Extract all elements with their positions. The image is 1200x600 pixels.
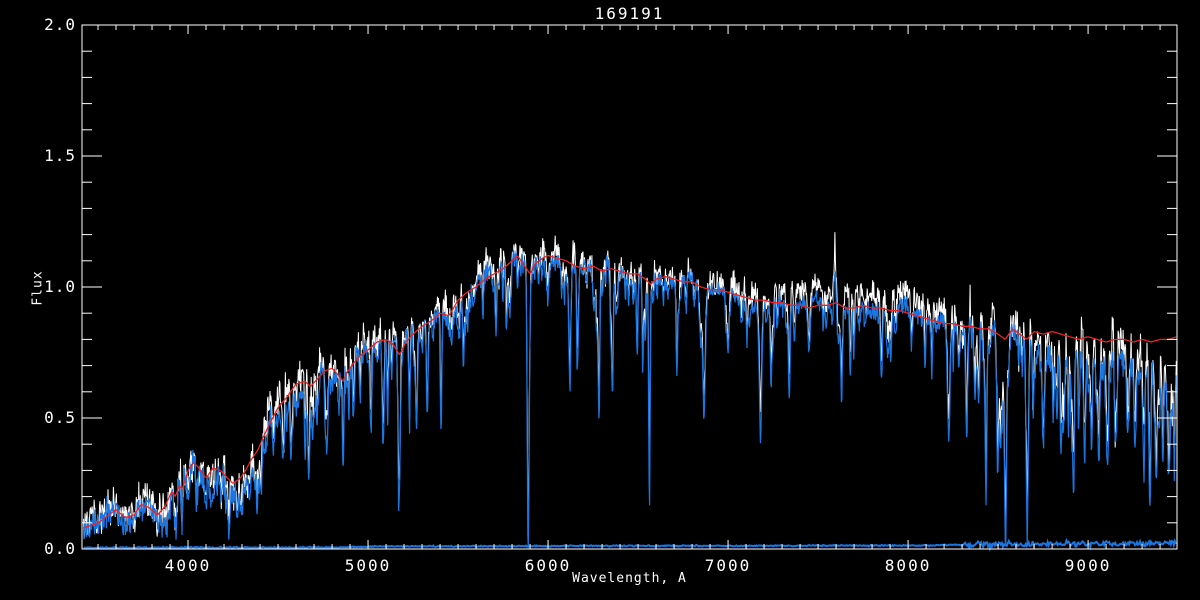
x-tick-label: 5000	[344, 556, 392, 575]
y-tick-label: 2.0	[44, 15, 76, 34]
x-axis-label: Wavelength, A	[572, 571, 687, 586]
x-tick-label: 7000	[704, 556, 752, 575]
spectrum-plot-window: 169191 Wavelength, A Flux 4000 5000 6000 70…	[0, 0, 1200, 600]
y-tick-label: 0.5	[44, 408, 76, 427]
y-tick-label: 0.0	[44, 539, 76, 558]
y-tick-label: 1.5	[44, 146, 76, 165]
plot-title: 169191	[594, 4, 665, 23]
x-tick-label: 9000	[1064, 556, 1112, 575]
observed-spectrum-white	[83, 232, 1177, 540]
x-tick-label: 8000	[884, 556, 932, 575]
error-spectrum	[83, 537, 1177, 553]
x-tick-label: 4000	[164, 556, 212, 575]
x-tick-label: 6000	[524, 556, 572, 575]
y-tick-label: 1.0	[44, 277, 76, 296]
processed-spectrum-blue	[83, 248, 1177, 549]
spectrum-canvas	[81, 24, 1178, 553]
